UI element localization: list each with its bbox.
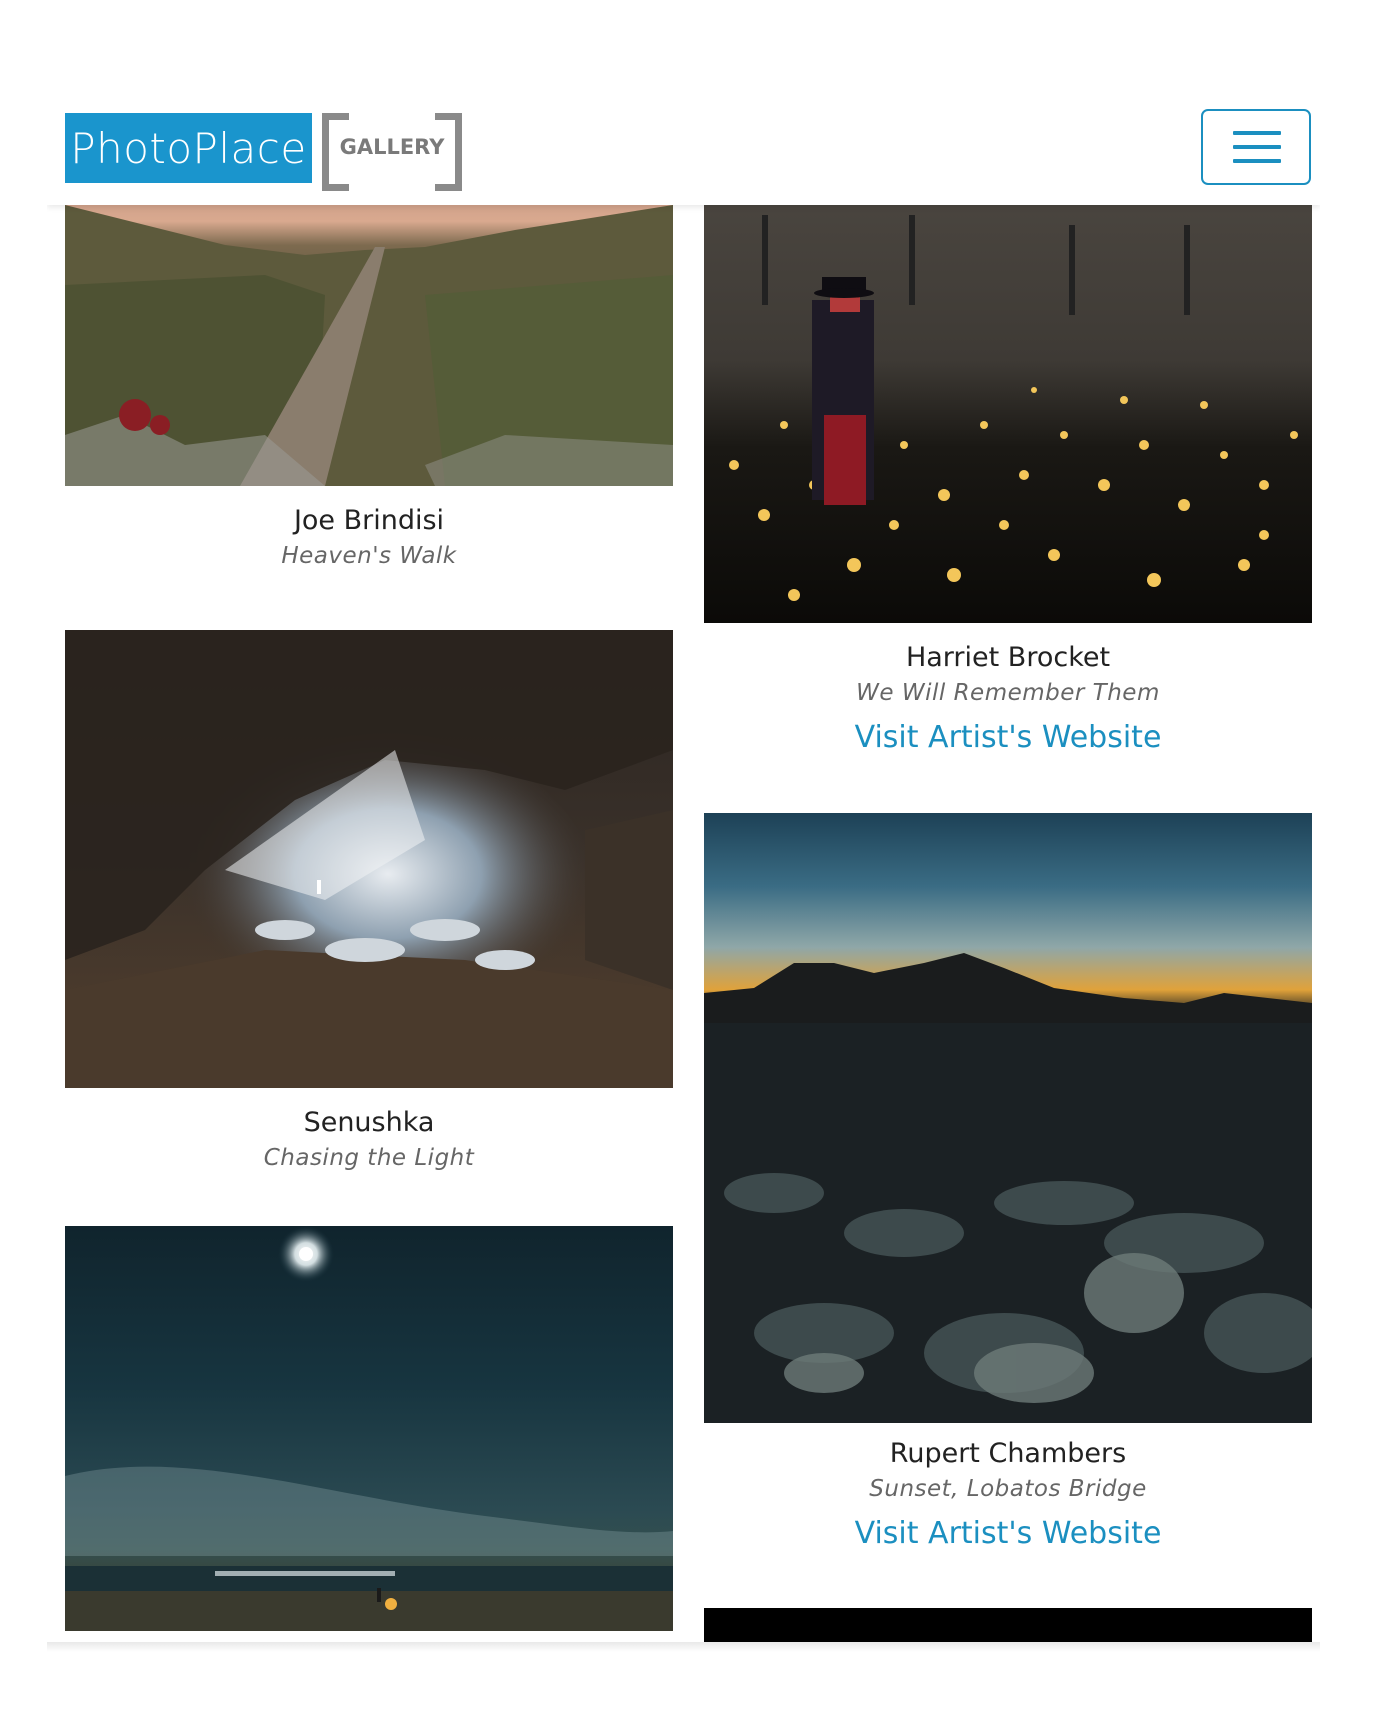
hamburger-menu-icon — [1233, 131, 1281, 135]
gallery-photo-chasing-the-light[interactable] — [65, 630, 673, 1088]
photo-title: Chasing the Light — [263, 1145, 475, 1171]
photoplace-logo[interactable]: PhotoPlace GALLERY — [65, 113, 462, 191]
cave-illustration — [65, 630, 673, 1088]
gallery-photo-moonlit-beach[interactable] — [65, 1226, 673, 1631]
gallery-viewport: PhotoPlace GALLERY Joe Brindisi Heaven's… — [47, 0, 1320, 1646]
logo-brand: PhotoPlace — [65, 113, 312, 183]
visit-artist-website-link[interactable]: Visit Artist's Website — [704, 720, 1312, 755]
gallery-photo-sunset-lobatos-bridge[interactable] — [704, 813, 1312, 1423]
gallery-photo-we-will-remember-them[interactable] — [704, 185, 1312, 623]
photo-title: We Will Remember Them — [856, 680, 1160, 706]
photo-title: Heaven's Walk — [281, 543, 457, 569]
right-bracket-icon — [435, 113, 462, 191]
beefeater-illustration — [729, 215, 1298, 601]
artist-name: Senushka — [303, 1107, 435, 1138]
menu-toggle-button[interactable] — [1201, 109, 1311, 185]
gallery-photo-heavens-walk[interactable] — [65, 185, 673, 486]
artist-name: Joe Brindisi — [293, 505, 445, 536]
artist-name: Harriet Brocket — [905, 642, 1111, 673]
gallery-photo-partial[interactable] — [704, 1608, 1312, 1646]
desert-illustration — [704, 953, 1312, 1423]
visit-artist-website-link[interactable]: Visit Artist's Website — [704, 1516, 1312, 1551]
artist-name: Rupert Chambers — [889, 1438, 1127, 1469]
site-header: PhotoPlace GALLERY — [47, 0, 1320, 205]
logo-gallery-mark: GALLERY — [322, 113, 462, 191]
boardwalk-illustration — [65, 205, 673, 486]
beach-illustration — [65, 1226, 673, 1631]
photo-title: Sunset, Lobatos Bridge — [869, 1476, 1147, 1502]
viewport-bottom-shadow — [47, 1642, 1320, 1652]
